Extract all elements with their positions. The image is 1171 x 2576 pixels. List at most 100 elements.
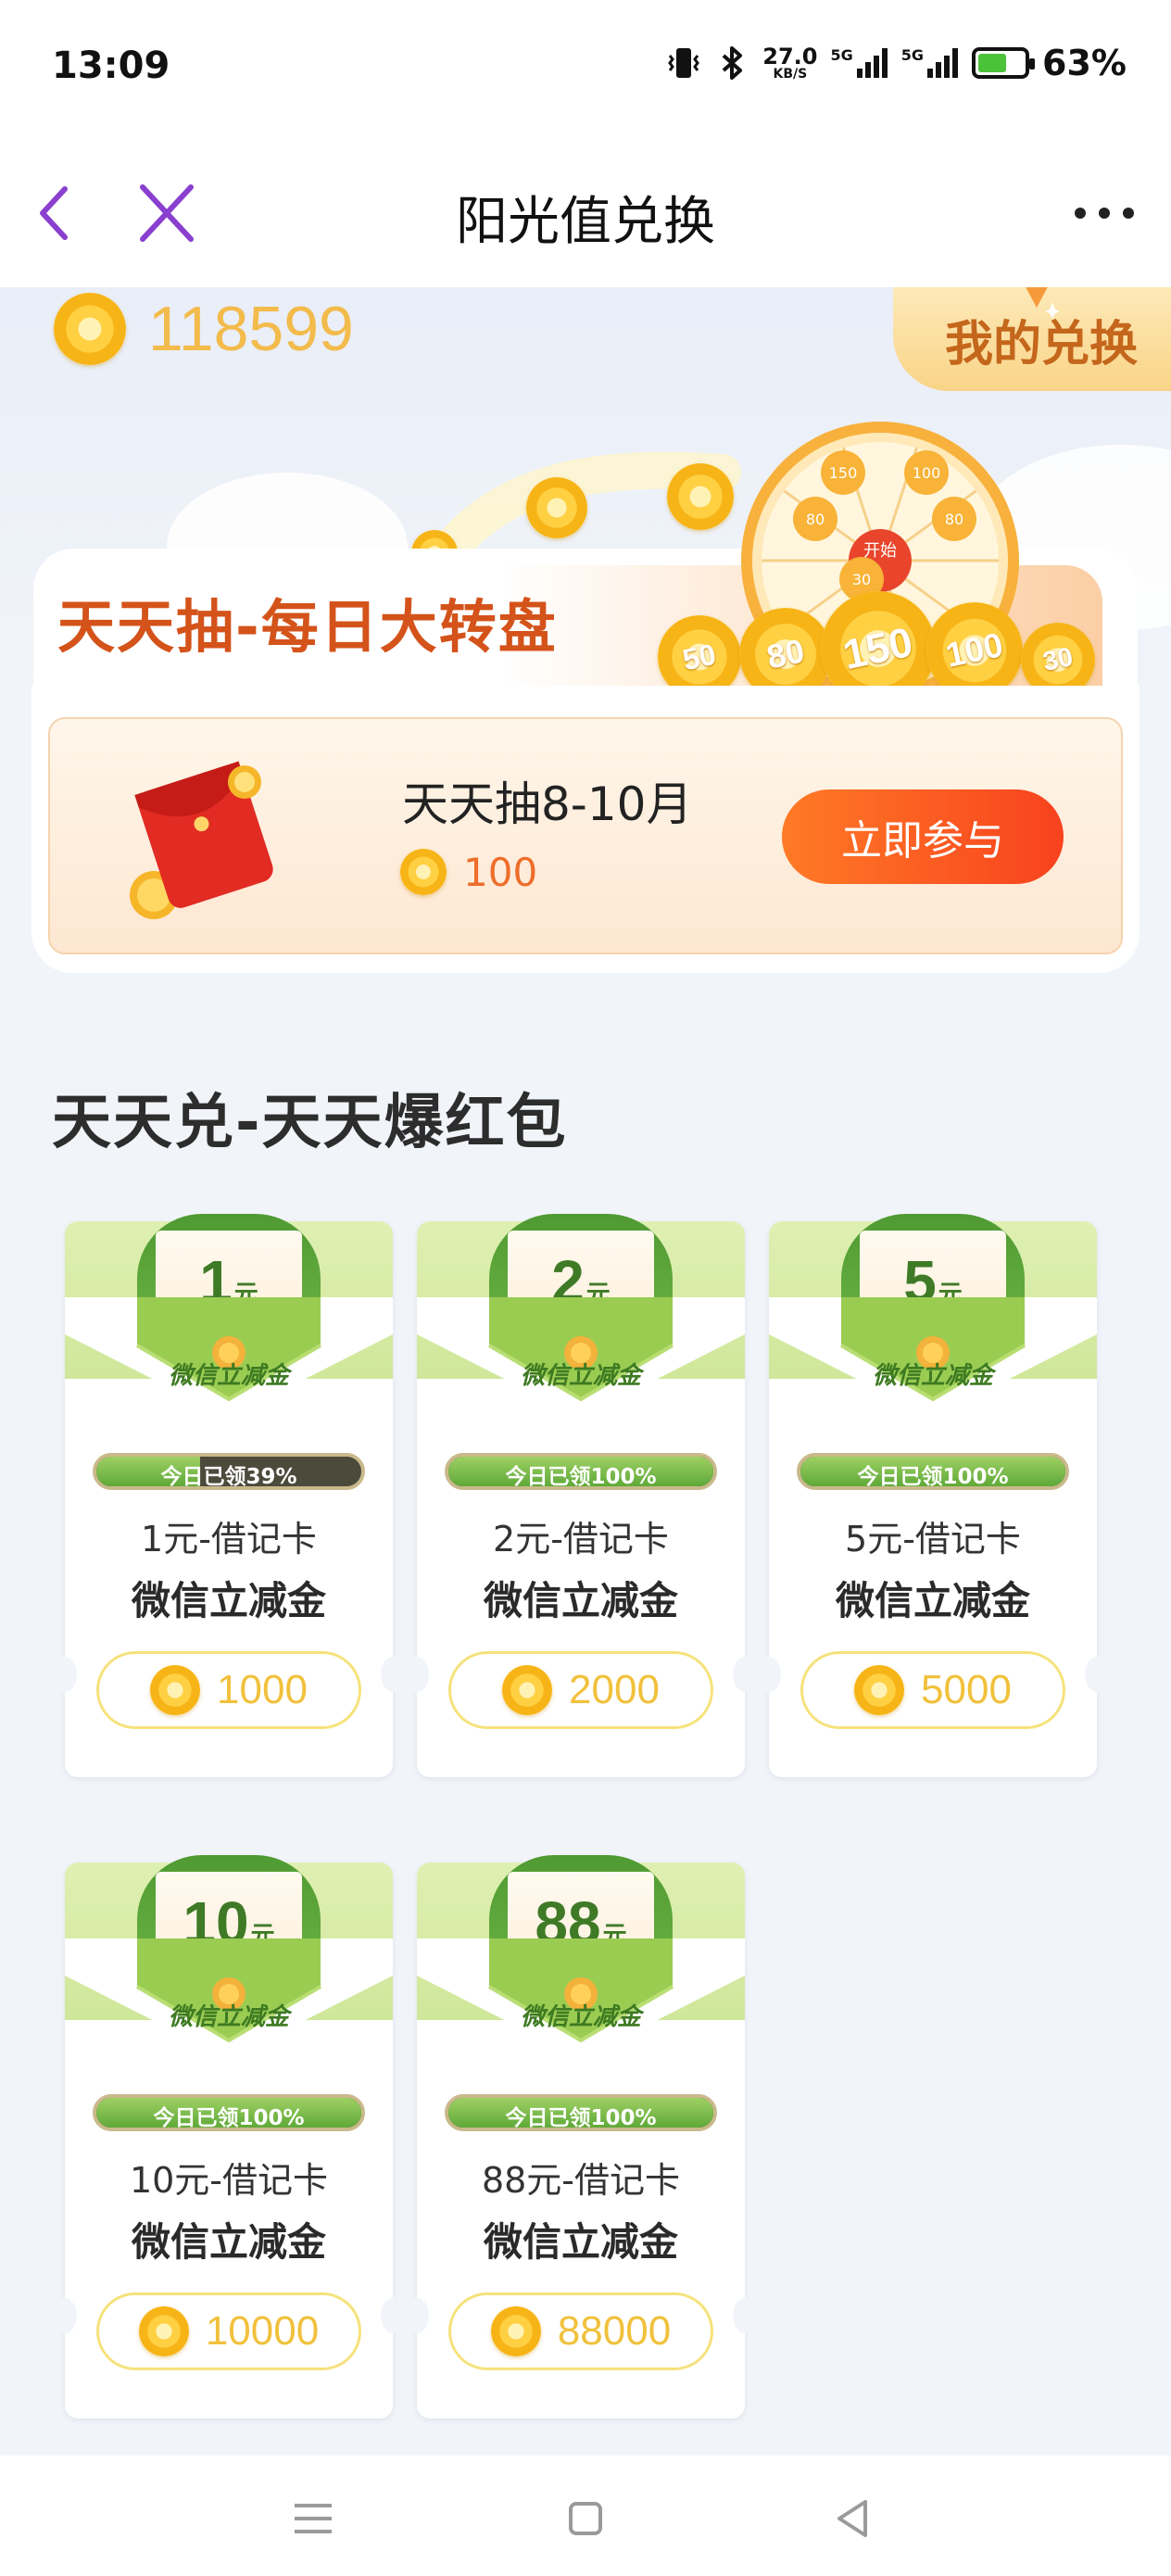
vibrate-icon — [668, 48, 700, 78]
signal-bars-icon — [927, 48, 959, 78]
wheel-prize: 80 — [793, 497, 837, 541]
lottery-cost-value: 100 — [463, 849, 538, 895]
network-speed-unit: KB/S — [773, 67, 808, 82]
redeem-price: 1000 — [217, 1667, 308, 1712]
redeem-button[interactable]: 10000 — [96, 2292, 361, 2370]
wheel-prize: 100 — [904, 450, 949, 495]
header-area: 118599 我的兑换 开始 150 100 80 80 30 天天抽-每日大转盘 50… — [0, 287, 1171, 695]
redeem-price: 88000 — [557, 2308, 672, 2354]
claimed-progress: 今日已领100% — [445, 1453, 717, 1490]
wheel-prize-label: 100 — [913, 464, 941, 482]
coin-icon: 30 — [1021, 623, 1095, 695]
nav-bar: 阳光值兑换 — [0, 139, 1171, 287]
redeem-price: 2000 — [569, 1667, 660, 1712]
coupon-card[interactable]: 1 元 微信立减金 今日已领39% 1元-借记卡 微信立减金 1000 — [53, 1214, 405, 1777]
sparkle-icon — [1026, 287, 1060, 319]
redeem-button[interactable]: 88000 — [448, 2292, 713, 2370]
bluetooth-icon — [722, 46, 743, 80]
coin-icon — [526, 477, 587, 538]
coupon-card[interactable]: 5 元 微信立减金 今日已领100% 5元-借记卡 微信立减金 5000 — [757, 1214, 1109, 1777]
coin-icon — [150, 1665, 201, 1715]
claimed-progress-text: 今日已领100% — [505, 2106, 657, 2130]
redeem-button[interactable]: 2000 — [448, 1651, 713, 1729]
coupon-card[interactable]: 2 元 微信立减金 今日已领100% 2元-借记卡 微信立减金 2000 — [405, 1214, 757, 1777]
coupon-title: 2元-借记卡 — [493, 1519, 669, 1559]
section-title: 天天兑-天天爆红包 — [52, 1089, 568, 1157]
network-speed: 27.0 KB/S — [762, 45, 817, 81]
signal-1-label: 5G — [830, 46, 853, 64]
battery-level — [978, 54, 1007, 72]
lottery-card[interactable]: 天天抽8-10月 100 立即参与 — [48, 717, 1123, 954]
claimed-progress-text: 今日已领100% — [153, 2106, 305, 2130]
red-packet-icon — [130, 761, 273, 919]
signal-2-label: 5G — [900, 46, 925, 64]
status-bar: 13:09 27.0 KB/S 5G 5G 63% — [0, 0, 1171, 139]
system-nav-bar — [0, 2456, 1171, 2576]
wheel-prize: 150 — [821, 450, 865, 495]
page-title: 阳光值兑换 — [456, 192, 715, 252]
coupon-grid: 1 元 微信立减金 今日已领39% 1元-借记卡 微信立减金 1000 2 元 — [53, 1214, 1112, 2418]
wheel-prize-label: 150 — [829, 464, 858, 482]
coin-label: 80 — [763, 631, 808, 676]
join-now-button[interactable]: 立即参与 — [782, 789, 1064, 884]
coin-icon — [854, 1665, 905, 1715]
envelope-label: 微信立减金 — [168, 2003, 289, 2031]
points-value: 118599 — [148, 294, 354, 364]
coupon-card[interactable]: 88 元 微信立减金 今日已领100% 88元-借记卡 微信立减金 88000 — [405, 1855, 757, 2418]
coin-icon — [54, 293, 126, 365]
coin-icon: 150 — [821, 591, 936, 695]
coin-stack: 50 80 150 100 30 — [658, 586, 1102, 695]
coupon-title: 88元-借记卡 — [481, 2160, 681, 2201]
coin-label: 30 — [1039, 641, 1076, 677]
battery-icon — [972, 47, 1036, 79]
home-square-icon[interactable] — [558, 2491, 613, 2546]
claimed-progress: 今日已领39% — [93, 1453, 365, 1490]
coupon-subtitle: 微信立减金 — [483, 1578, 678, 1623]
envelope-label: 微信立减金 — [520, 2003, 641, 2031]
coin-label: 100 — [942, 625, 1007, 675]
coin-icon — [502, 1665, 553, 1715]
redeem-button[interactable]: 1000 — [96, 1651, 361, 1729]
more-icon[interactable] — [1067, 189, 1141, 237]
coin-icon: 50 — [658, 615, 741, 695]
menu-icon[interactable] — [285, 2491, 341, 2546]
coupon-subtitle: 微信立减金 — [131, 1578, 326, 1623]
envelope-label: 微信立减金 — [168, 1362, 289, 1390]
envelope-label: 微信立减金 — [520, 1362, 641, 1390]
wheel-prize-label: 80 — [945, 511, 963, 528]
signal-bars-icon — [856, 48, 888, 78]
coin-icon — [138, 2306, 189, 2356]
wheel-prize: 80 — [932, 497, 976, 541]
coupon-card[interactable]: 10 元 微信立减金 今日已领100% 10元-借记卡 微信立减金 10000 — [53, 1855, 405, 2418]
claimed-progress-text: 今日已领39% — [160, 1465, 297, 1489]
signal-1: 5G — [831, 46, 888, 80]
coin-icon: 100 — [926, 602, 1023, 695]
wheel-banner-title: 天天抽-每日大转盘 — [57, 593, 558, 661]
lottery-cost: 100 — [400, 849, 537, 895]
signal-2: 5G — [901, 46, 959, 80]
status-icons: 27.0 KB/S 5G 5G 63% — [666, 43, 1127, 83]
coin-icon — [400, 849, 447, 895]
wheel-center-label: 开始 — [863, 541, 897, 561]
coin-label: 50 — [679, 637, 720, 676]
claimed-progress: 今日已领100% — [797, 1453, 1069, 1490]
wheel-prize-label: 80 — [806, 511, 825, 528]
claimed-progress-text: 今日已领100% — [857, 1465, 1009, 1489]
coin-label: 150 — [838, 617, 917, 679]
back-triangle-icon[interactable] — [826, 2491, 882, 2546]
coupon-subtitle: 微信立减金 — [131, 2219, 326, 2265]
points-balance: 118599 — [54, 293, 354, 365]
claimed-progress: 今日已领100% — [445, 2094, 717, 2131]
network-speed-value: 27.0 — [762, 44, 818, 69]
coupon-title: 1元-借记卡 — [141, 1519, 317, 1559]
coin-icon — [490, 2306, 541, 2356]
envelope-label: 微信立减金 — [872, 1362, 993, 1390]
lottery-name: 天天抽8-10月 — [402, 777, 693, 831]
claimed-progress-text: 今日已领100% — [505, 1465, 657, 1489]
redeem-button[interactable]: 5000 — [800, 1651, 1065, 1729]
redeem-price: 5000 — [921, 1667, 1012, 1712]
coupon-subtitle: 微信立减金 — [483, 2219, 678, 2265]
coin-icon: 80 — [739, 608, 832, 695]
claimed-progress: 今日已领100% — [93, 2094, 365, 2131]
coupon-subtitle: 微信立减金 — [835, 1578, 1030, 1623]
